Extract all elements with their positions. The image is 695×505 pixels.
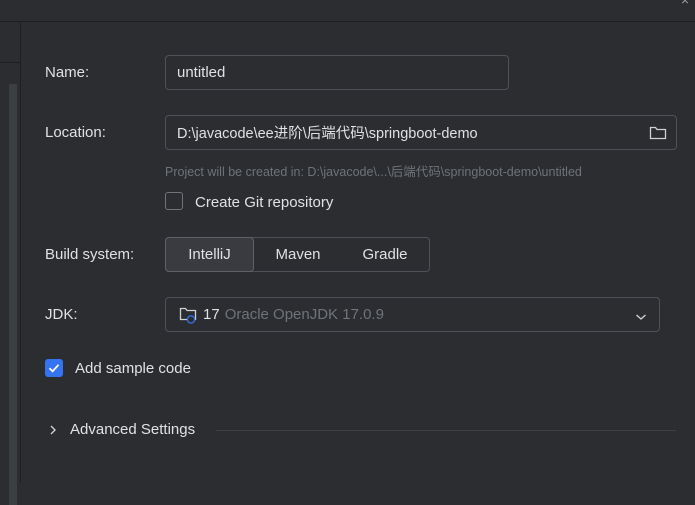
left-panel — [0, 22, 21, 505]
build-option-maven[interactable]: Maven — [254, 238, 342, 271]
build-option-intellij[interactable]: IntelliJ — [165, 237, 254, 272]
build-system-label: Build system: — [45, 246, 135, 263]
build-option-gradle[interactable]: Gradle — [342, 238, 428, 271]
location-field[interactable]: D:\javacode\ee进阶\后端代码\springboot-demo — [165, 115, 677, 150]
close-icon[interactable]: × — [681, 0, 689, 8]
location-label: Location: — [45, 124, 106, 141]
git-checkbox[interactable] — [165, 192, 183, 210]
checkmark-icon — [48, 364, 60, 373]
scrollbar[interactable] — [9, 84, 17, 505]
location-value: D:\javacode\ee进阶\后端代码\springboot-demo — [177, 126, 478, 142]
chevron-down-icon — [635, 309, 647, 320]
advanced-settings-toggle[interactable]: Advanced Settings — [70, 421, 195, 438]
name-field[interactable]: untitled — [165, 55, 509, 90]
name-label: Name: — [45, 64, 90, 81]
divider — [0, 62, 20, 63]
title-bar: × — [0, 0, 695, 22]
jdk-name: Oracle OpenJDK 17.0.9 — [224, 306, 384, 323]
git-label[interactable]: Create Git repository — [195, 194, 333, 211]
jdk-version: 17 — [203, 306, 220, 323]
name-value: untitled — [177, 64, 226, 81]
sample-code-checkbox[interactable] — [45, 359, 63, 377]
folder-icon[interactable] — [649, 125, 667, 140]
chevron-right-icon[interactable] — [48, 423, 58, 435]
build-system-selector: IntelliJ Maven Gradle — [165, 237, 430, 272]
sample-code-label[interactable]: Add sample code — [75, 360, 191, 377]
jdk-folder-icon — [179, 306, 199, 324]
jdk-label: JDK: — [45, 306, 78, 323]
jdk-dropdown[interactable]: 17 Oracle OpenJDK 17.0.9 — [165, 297, 660, 332]
advanced-settings-divider — [216, 430, 676, 431]
location-hint: Project will be created in: D:\javacode\… — [165, 165, 582, 179]
